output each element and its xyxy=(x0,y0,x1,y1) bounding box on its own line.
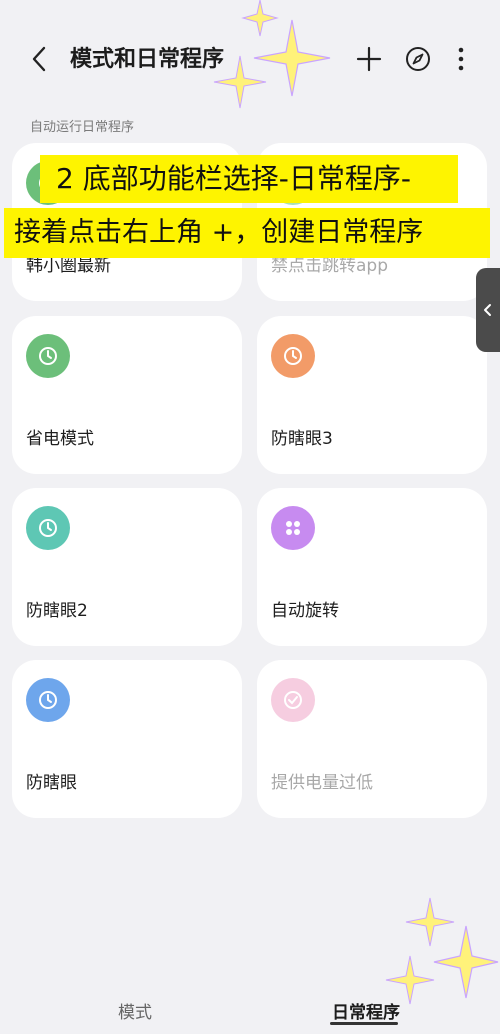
instruction-caption-line-2: 接着点击右上角 +，创建日常程序 xyxy=(4,208,490,258)
routine-label: 自动旋转 xyxy=(271,601,339,621)
edge-panel-handle[interactable] xyxy=(476,268,500,352)
more-vertical-icon xyxy=(458,47,464,71)
routine-label: 防瞎眼 xyxy=(26,773,77,793)
chevron-left-icon xyxy=(484,304,491,316)
clock-icon xyxy=(26,334,70,378)
page-title: 模式和日常程序 xyxy=(70,47,225,72)
routine-card[interactable]: 自动旋转 xyxy=(257,488,487,646)
instruction-caption-line-1: 2 底部功能栏选择-日常程序- xyxy=(40,155,458,203)
sparkle-decoration xyxy=(213,55,267,109)
routine-card[interactable]: 省电模式 xyxy=(12,316,242,474)
clock-icon xyxy=(26,678,70,722)
routine-card[interactable]: 防瞎眼2 xyxy=(12,488,242,646)
check-circle-icon xyxy=(271,678,315,722)
routine-card[interactable]: 防瞎眼3 xyxy=(257,316,487,474)
clock-icon xyxy=(26,506,70,550)
routine-label: 防瞎眼3 xyxy=(271,429,333,449)
add-button[interactable] xyxy=(354,44,384,74)
compass-icon xyxy=(406,47,430,71)
routine-label: 防瞎眼2 xyxy=(26,601,88,621)
section-label: 自动运行日常程序 xyxy=(30,120,135,135)
back-arrow-icon xyxy=(32,46,46,72)
routine-card[interactable]: 防瞎眼 xyxy=(12,660,242,818)
routine-card[interactable]: 提供电量过低 xyxy=(257,660,487,818)
active-tab-indicator xyxy=(330,1022,398,1025)
clock-icon xyxy=(271,334,315,378)
nav-tab-modes[interactable]: 模式 xyxy=(118,998,152,1023)
back-button[interactable] xyxy=(26,44,54,74)
plus-icon xyxy=(356,46,382,72)
discover-button[interactable] xyxy=(403,44,433,74)
routine-label: 提供电量过低 xyxy=(271,773,373,793)
routine-label: 省电模式 xyxy=(26,429,94,449)
sparkle-decoration xyxy=(385,897,499,1005)
more-options-button[interactable] xyxy=(446,44,476,74)
grid-dots-icon xyxy=(271,506,315,550)
